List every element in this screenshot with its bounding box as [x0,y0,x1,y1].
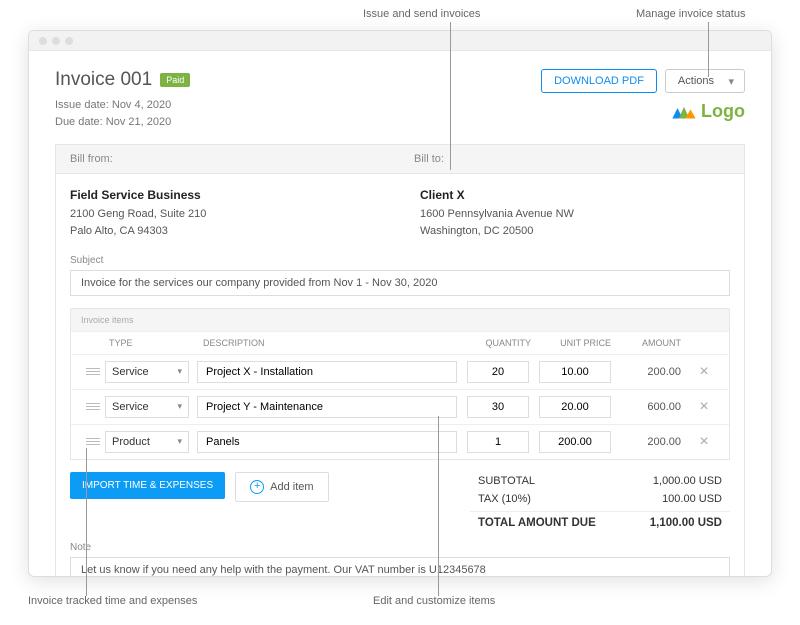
note-input[interactable] [70,557,730,577]
download-pdf-button[interactable]: DOWNLOAD PDF [541,69,657,93]
subtotal-label: SUBTOTAL [478,475,535,487]
annotation-line [438,416,439,596]
tax-label: TAX (10%) [478,493,531,505]
total-value: 1,100.00 USD [650,517,722,529]
subtotal-value: 1,000.00 USD [653,475,722,487]
quantity-input[interactable] [467,431,529,453]
quantity-input[interactable] [467,361,529,383]
annotation-issue-send: Issue and send invoices [363,8,480,20]
drag-handle-icon[interactable] [81,368,105,375]
table-row: Product 200.00 × [71,425,729,459]
annotation-manage-status: Manage invoice status [636,8,745,20]
invoice-panel: Bill from: Bill to: Field Service Busine… [55,144,745,577]
import-time-expenses-button[interactable]: IMPORT TIME & EXPENSES [70,472,225,499]
invoice-items-table: Invoice items TYPE DESCRIPTION QUANTITY … [70,308,730,460]
bill-from-address: Field Service Business 2100 Geng Road, S… [70,186,380,241]
annotation-line [708,22,709,77]
amount-value: 200.00 [611,366,689,378]
tax-value: 100.00 USD [662,493,722,505]
logo-icon [671,102,697,122]
annotation-edit-customize: Edit and customize items [373,595,495,607]
unit-price-input[interactable] [539,361,611,383]
amount-value: 600.00 [611,401,689,413]
subject-input[interactable] [70,270,730,296]
annotation-line [450,22,451,170]
col-quantity: QUANTITY [463,338,531,348]
status-badge: Paid [160,73,190,87]
plus-icon: + [250,480,264,494]
note-label: Note [70,542,730,553]
table-row: Service 200.00 × [71,355,729,390]
window-titlebar [29,31,771,51]
logo-text: Logo [701,101,745,122]
type-select[interactable]: Service [105,396,189,418]
type-select[interactable]: Service [105,361,189,383]
app-window: Invoice 001 Paid Issue date: Nov 4, 2020… [28,30,772,577]
window-dot [52,37,60,45]
delete-row-icon[interactable]: × [689,363,719,381]
type-select[interactable]: Product [105,431,189,453]
bill-from-name: Field Service Business [70,188,201,202]
delete-row-icon[interactable]: × [689,398,719,416]
drag-handle-icon[interactable] [81,438,105,445]
description-input[interactable] [197,431,457,453]
total-label: TOTAL AMOUNT DUE [478,517,596,529]
description-input[interactable] [197,361,457,383]
unit-price-input[interactable] [539,431,611,453]
annotation-invoice-tracked: Invoice tracked time and expenses [28,595,197,607]
drag-handle-icon[interactable] [81,403,105,410]
delete-row-icon[interactable]: × [689,433,719,451]
bill-from-label: Bill from: [56,145,400,173]
page-title: Invoice 001 [55,69,152,91]
totals-block: SUBTOTAL 1,000.00 USD TAX (10%) 100.00 USD… [470,472,730,532]
add-item-label: Add item [270,481,313,493]
description-input[interactable] [197,396,457,418]
bill-to-label: Bill to: [400,145,744,173]
unit-price-input[interactable] [539,396,611,418]
bill-to-name: Client X [420,188,465,202]
add-item-button[interactable]: + Add item [235,472,328,502]
company-logo: Logo [671,101,745,122]
quantity-input[interactable] [467,396,529,418]
window-dot [65,37,73,45]
col-description: DESCRIPTION [195,338,463,348]
issue-date: Issue date: Nov 4, 2020 [55,97,190,114]
col-unit-price: UNIT PRICE [531,338,611,348]
col-amount: AMOUNT [611,338,689,348]
window-dot [39,37,47,45]
items-header: Invoice items [71,309,729,332]
actions-dropdown[interactable]: Actions [665,69,745,93]
subject-label: Subject [70,255,730,266]
annotation-line [86,448,87,596]
invoice-dates: Issue date: Nov 4, 2020 Due date: Nov 21… [55,97,190,130]
bill-to-address: Client X 1600 Pennsylvania Avenue NW Was… [420,186,730,241]
table-row: Service 600.00 × [71,390,729,425]
amount-value: 200.00 [611,436,689,448]
due-date: Due date: Nov 21, 2020 [55,114,190,131]
col-type: TYPE [105,338,195,348]
